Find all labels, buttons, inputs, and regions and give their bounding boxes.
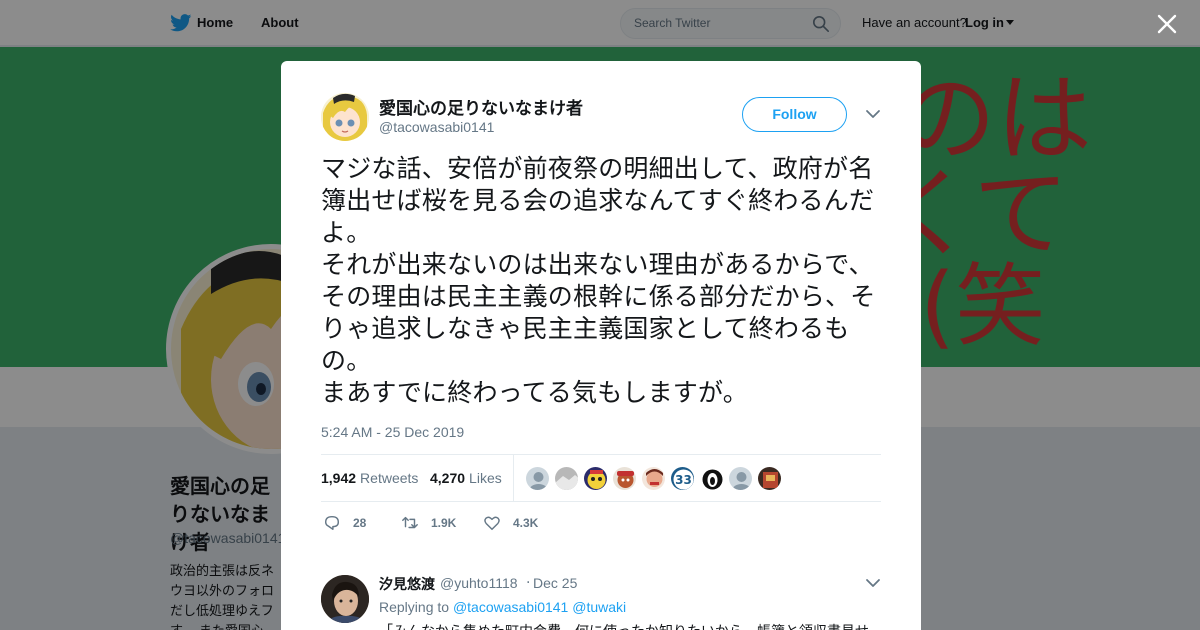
stats-divider (513, 455, 514, 501)
retweet-count: 1.9K (431, 516, 457, 530)
close-icon[interactable] (1156, 13, 1178, 35)
reply-author-handle[interactable]: @yuhto1118 (440, 575, 518, 591)
reply-text: 「みんなから集めた町内会費、何に使ったか知りたいから、帳簿と領収書見せ (379, 622, 879, 630)
reply-author-avatar[interactable] (321, 575, 369, 623)
tweet-text: マジな話、安倍が前夜祭の明細出して、政府が名簿出せば桜を見る会の追求なんてすぐ終… (321, 154, 876, 407)
chevron-down-icon[interactable] (865, 577, 881, 589)
author-avatar-image (321, 93, 369, 141)
like-count: 4.3K (513, 516, 539, 530)
replying-to: Replying to @tacowasabi0141 @tuwaki (379, 599, 626, 615)
replying-to-user-link[interactable]: @tacowasabi0141 (453, 599, 568, 615)
liker-avatar[interactable] (525, 466, 550, 491)
retweet-button[interactable]: 1.9K (401, 512, 481, 534)
follow-button[interactable]: Follow (742, 97, 847, 132)
tweet-modal: 愛国心の足りないなまけ者 @tacowasabi0141 Follow マジな話… (281, 61, 921, 630)
replying-to-user-link[interactable]: @tuwaki (572, 599, 626, 615)
liker-avatar[interactable] (612, 466, 637, 491)
author-name[interactable]: 愛国心の足りないなまけ者 (379, 94, 583, 119)
heart-icon (484, 516, 500, 531)
liker-avatar[interactable] (728, 466, 753, 491)
retweets-stat[interactable]: 1,942 Retweets (321, 470, 418, 486)
chevron-down-icon[interactable] (865, 108, 881, 120)
liker-avatar[interactable] (641, 466, 666, 491)
tweet-timestamp[interactable]: 5:24 AM - 25 Dec 2019 (321, 424, 464, 440)
likes-label: Likes (469, 470, 502, 486)
retweets-count: 1,942 (321, 470, 357, 486)
tweet-stats: 1,942 Retweets 4,270 Likes 33 (321, 454, 881, 502)
reply-separator: · (526, 575, 531, 591)
liker-avatar[interactable] (583, 466, 608, 491)
likes-stat[interactable]: 4,270 Likes (430, 470, 502, 486)
svg-text:33: 33 (675, 473, 692, 487)
reply-author-name[interactable]: 汐見悠渡 (379, 574, 435, 594)
liker-avatar[interactable]: 33 (670, 466, 695, 491)
replying-to-label: Replying to (379, 599, 450, 615)
liker-avatar[interactable] (757, 466, 782, 491)
likes-count: 4,270 (430, 470, 466, 486)
liker-avatar[interactable] (699, 466, 724, 491)
like-button[interactable]: 4.3K (483, 512, 563, 534)
retweets-label: Retweets (360, 470, 419, 486)
reply-avatar-image (321, 575, 369, 623)
reply-date[interactable]: Dec 25 (533, 575, 577, 591)
reply-button[interactable]: 28 (323, 512, 383, 534)
reply-icon (324, 515, 340, 531)
author-avatar[interactable] (321, 93, 369, 141)
author-handle[interactable]: @tacowasabi0141 (379, 119, 494, 135)
retweet-icon (402, 516, 418, 529)
reply-count: 28 (353, 516, 367, 530)
tweet-actions: 28 1.9K 4.3K (321, 512, 881, 536)
liker-avatar[interactable] (554, 466, 579, 491)
